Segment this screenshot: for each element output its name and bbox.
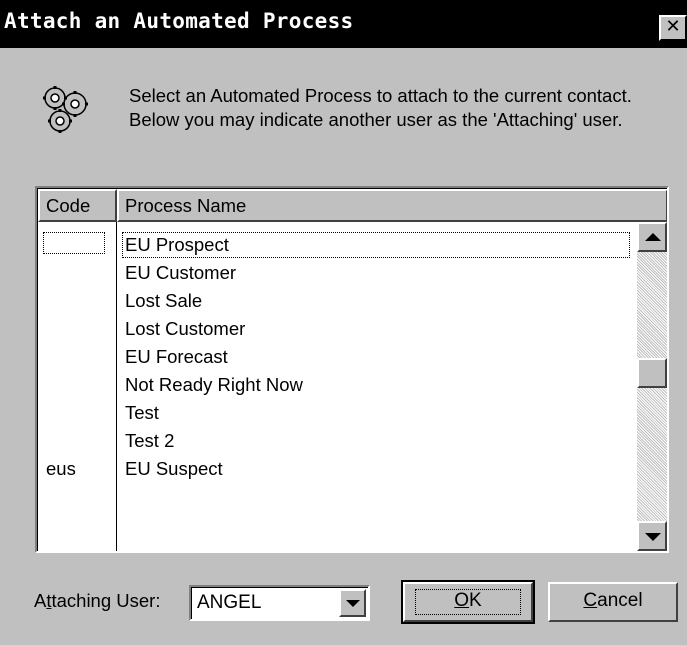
user-dropdown-button[interactable] — [339, 589, 366, 617]
attach-process-dialog: Attach an Automated Process ✕ Select an … — [0, 0, 687, 645]
cancel-button[interactable]: Cancel — [548, 582, 678, 622]
ok-label: OK — [454, 590, 482, 611]
scroll-up-button[interactable] — [637, 222, 667, 252]
list-row[interactable]: Test — [37, 401, 633, 429]
row-process-name: Test 2 — [125, 430, 175, 451]
list-row[interactable]: Lost Sale — [37, 289, 633, 317]
column-header-process-name[interactable]: Process Name — [117, 189, 667, 222]
process-list[interactable]: Code Process Name EU Prospect EU Custome… — [35, 186, 669, 553]
instruction-text: Select an Automated Process to attach to… — [129, 85, 632, 130]
list-row[interactable]: eus EU Suspect — [37, 457, 633, 485]
vertical-scrollbar[interactable] — [637, 222, 667, 551]
row-process-name: Lost Customer — [125, 318, 246, 339]
list-row[interactable]: Test 2 — [37, 429, 633, 457]
row-process-name: Lost Sale — [125, 290, 203, 311]
dialog-title: Attach an Automated Process — [4, 9, 354, 33]
list-row[interactable]: EU Customer — [37, 261, 633, 289]
list-row[interactable]: Lost Customer — [37, 317, 633, 345]
row-process-name: Test — [125, 402, 159, 423]
row-process-name: Not Ready Right Now — [125, 374, 303, 395]
list-row[interactable]: EU Prospect — [37, 232, 633, 261]
column-header-code[interactable]: Code — [38, 189, 117, 222]
close-icon: ✕ — [665, 16, 681, 37]
attaching-user-select[interactable]: ANGEL — [189, 585, 370, 621]
list-header: Code Process Name — [38, 189, 667, 222]
close-button[interactable]: ✕ — [659, 15, 687, 41]
list-row[interactable]: EU Forecast — [37, 345, 633, 373]
row-process-name: EU Customer — [125, 262, 237, 283]
ok-button[interactable]: OK — [401, 580, 535, 624]
scroll-down-button[interactable] — [637, 521, 667, 551]
row-process-name: EU Prospect — [125, 234, 229, 255]
title-bar[interactable]: Attach an Automated Process ✕ — [0, 0, 687, 48]
row-process-name: EU Forecast — [125, 346, 228, 367]
scroll-thumb[interactable] — [637, 358, 667, 388]
list-row[interactable]: Not Ready Right Now — [37, 373, 633, 401]
down-arrow-icon — [645, 533, 661, 541]
row-process-name: EU Suspect — [125, 458, 223, 479]
attaching-user-value: ANGEL — [197, 592, 262, 613]
attaching-user-label: Attaching User: — [34, 590, 161, 611]
up-arrow-icon — [645, 233, 661, 241]
gears-icon — [43, 86, 88, 133]
row-code: eus — [46, 458, 76, 479]
cancel-label: Cancel — [583, 590, 643, 611]
chevron-down-icon — [346, 600, 360, 607]
